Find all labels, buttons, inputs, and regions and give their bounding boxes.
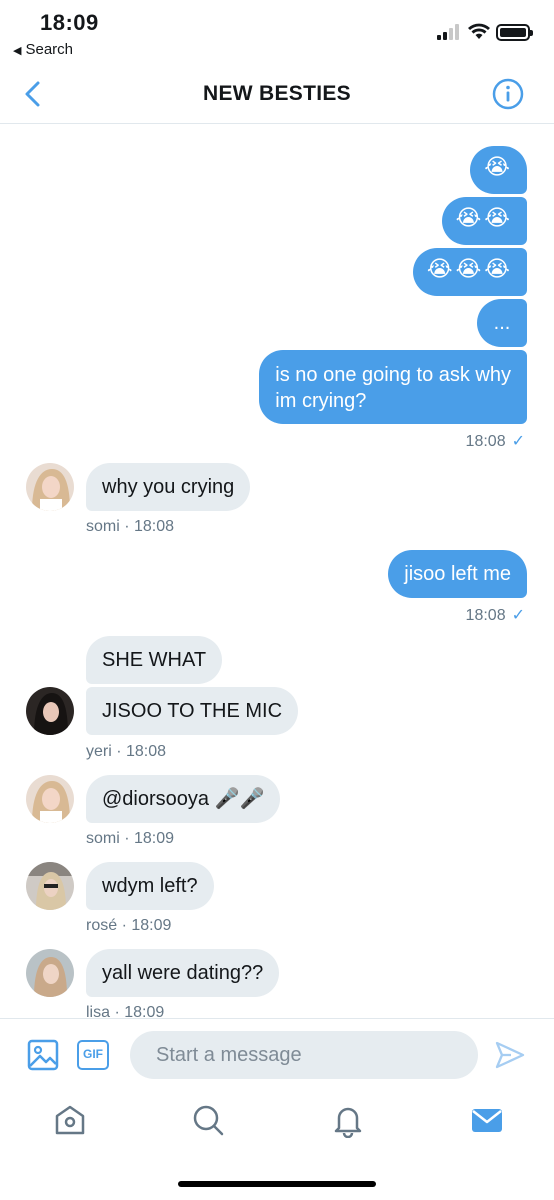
message-bubble[interactable]: JISOO TO THE MIC — [86, 687, 299, 735]
search-icon[interactable] — [190, 1102, 226, 1138]
message-meta: 18:08 ✓ — [466, 605, 525, 625]
avatar[interactable] — [26, 463, 74, 511]
battery-icon — [496, 24, 533, 41]
messages-mail-icon[interactable] — [469, 1102, 505, 1138]
sent-check-icon: ✓ — [511, 433, 525, 450]
message-meta: yeri · 18:08 — [86, 743, 167, 760]
message-timestamp: 18:08 — [465, 607, 506, 624]
message-composer: GIF — [0, 1018, 554, 1092]
message-bubble[interactable]: is no one going to ask why im crying? — [259, 350, 527, 424]
message-meta: somi · 18:08 — [86, 518, 175, 535]
message-bubble[interactable]: 😭😭😭 — [412, 248, 527, 296]
avatar[interactable] — [26, 687, 74, 735]
gif-button[interactable]: GIF — [77, 1040, 109, 1070]
conversation-header: NEW BESTIES — [0, 64, 554, 124]
avatar[interactable] — [26, 775, 74, 823]
image-icon[interactable] — [27, 1039, 59, 1071]
message-timestamp: 18:08 — [465, 433, 506, 450]
message-text-line: is no one going to ask why — [275, 364, 511, 386]
cellular-signal-icon — [437, 24, 463, 40]
back-triangle-icon: ◀ — [13, 45, 22, 57]
message-text-line: im crying? — [275, 390, 367, 412]
message-meta: somi · 18:09 — [86, 830, 175, 847]
send-icon[interactable] — [494, 1039, 526, 1071]
bottom-tab-bar — [0, 1092, 554, 1152]
home-indicator — [178, 1181, 376, 1187]
info-icon[interactable] — [492, 78, 524, 110]
message-input[interactable] — [130, 1031, 478, 1079]
message-meta: rosé · 18:09 — [86, 917, 172, 934]
message-bubble[interactable]: yall were dating?? — [86, 949, 280, 997]
back-to-app-label: Search — [25, 41, 73, 58]
message-meta: lisa · 18:09 — [86, 1004, 165, 1018]
message-bubble[interactable]: SHE WHAT — [86, 636, 223, 684]
message-bubble[interactable]: @diorsooya 🎤🎤 — [86, 775, 281, 823]
avatar[interactable] — [26, 862, 74, 910]
message-bubble[interactable]: wdym left? — [86, 862, 214, 910]
message-bubble[interactable]: 😭😭 — [441, 197, 527, 245]
avatar[interactable] — [26, 949, 74, 997]
back-to-app-link[interactable]: ◀ Search — [13, 41, 73, 58]
sent-check-icon: ✓ — [511, 607, 525, 624]
message-bubble[interactable]: 😭 — [470, 146, 527, 194]
home-icon[interactable] — [52, 1102, 88, 1138]
message-meta: 18:08 ✓ — [466, 431, 525, 451]
notifications-bell-icon[interactable] — [330, 1102, 366, 1138]
message-bubble[interactable]: jisoo left me — [388, 550, 527, 598]
status-bar: 18:09 ◀ Search — [0, 0, 554, 64]
message-bubble[interactable]: ... — [477, 299, 527, 347]
conversation-title[interactable]: NEW BESTIES — [0, 82, 554, 106]
message-bubble[interactable]: why you crying — [86, 463, 251, 511]
clock-time: 18:09 — [40, 10, 99, 35]
message-text: @diorsooya 🎤🎤 — [102, 788, 265, 810]
wifi-icon — [468, 23, 490, 39]
